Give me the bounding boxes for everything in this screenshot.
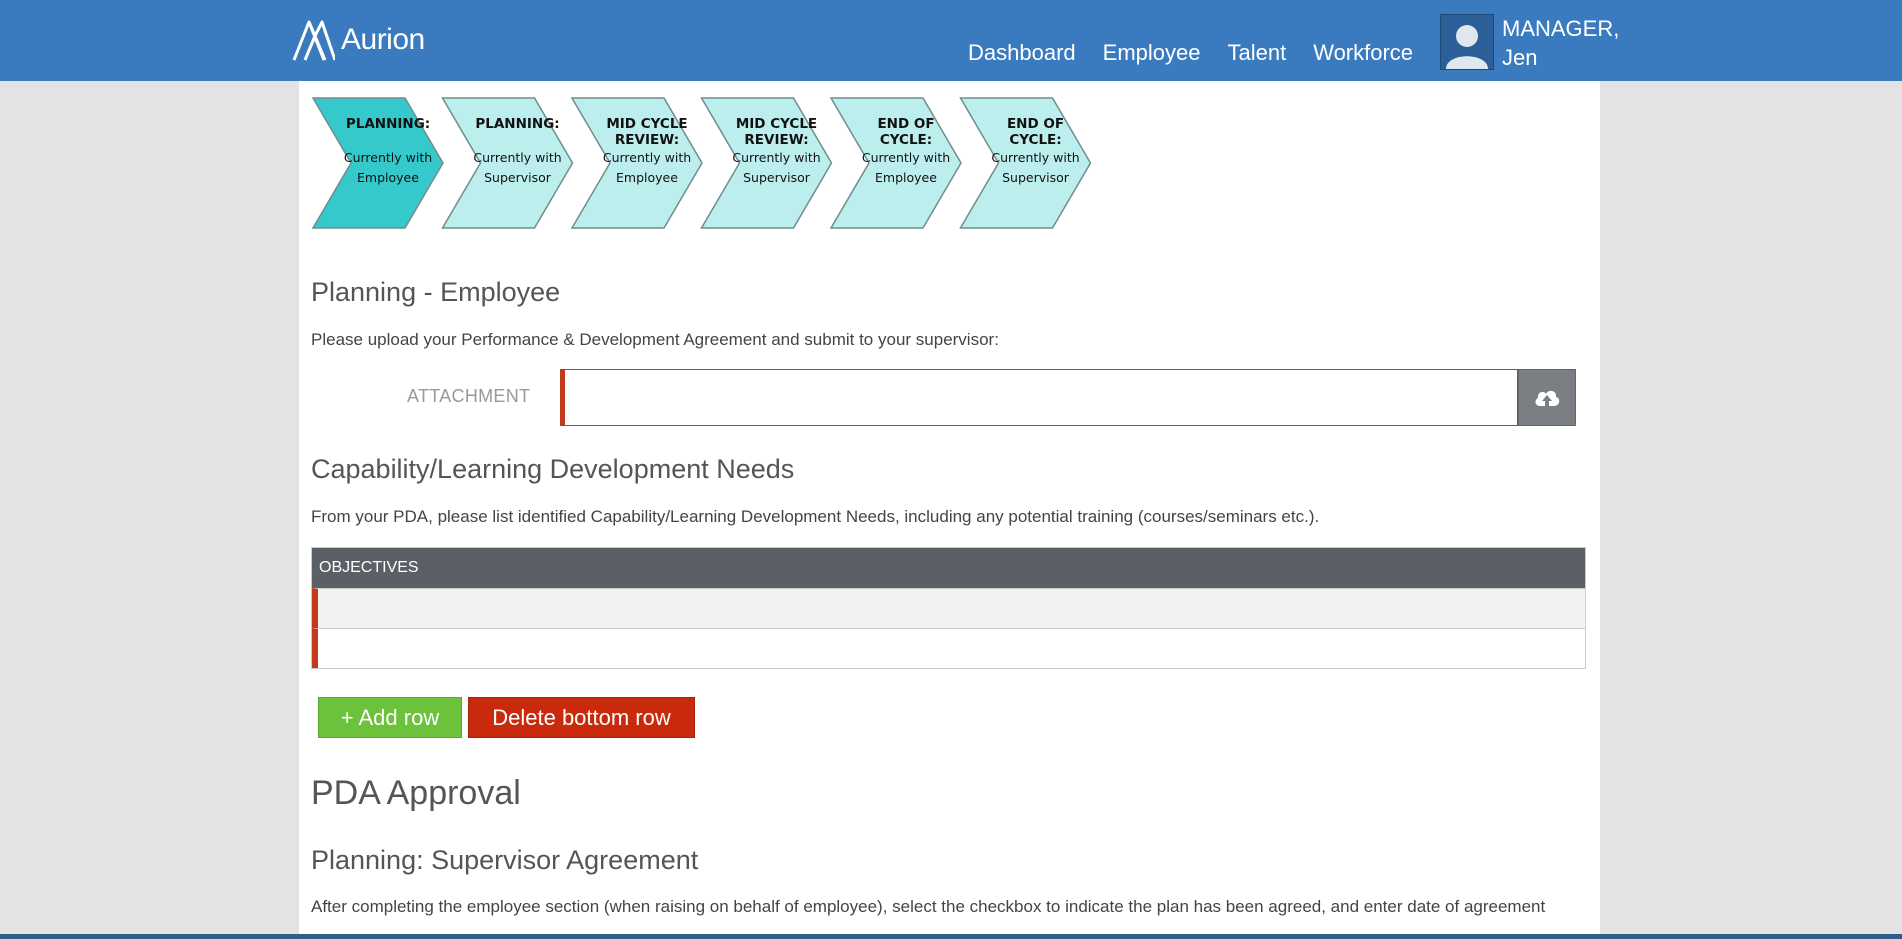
brand-name: Aurion — [341, 23, 425, 56]
table-row[interactable] — [312, 588, 1585, 628]
capability-heading: Capability/Learning Development Needs — [311, 454, 795, 484]
nav-talent[interactable]: Talent — [1227, 40, 1286, 66]
nav-employee[interactable]: Employee — [1103, 40, 1201, 66]
workflow-step-status: Supervisor — [743, 170, 811, 185]
upload-button[interactable] — [1518, 369, 1576, 426]
planning-heading: Planning - Employee — [311, 277, 561, 307]
planning-instruction: Please upload your Performance & Develop… — [311, 330, 999, 349]
workflow-step-title: REVIEW: — [615, 132, 679, 148]
user-name-line2: Jen — [1502, 45, 1538, 70]
workflow-step-status: Currently with — [603, 150, 691, 165]
approval-instruction: After completing the employee section (w… — [311, 897, 1546, 916]
workflow-step-status: Employee — [357, 170, 419, 185]
workflow-step-title: MID CYCLE — [736, 116, 817, 132]
workflow-step-status: Currently with — [991, 150, 1079, 165]
objectives-table: OBJECTIVES — [311, 547, 1586, 669]
capability-instruction: From your PDA, please list identified Ca… — [311, 507, 1320, 526]
main-content: PLANNING: Currently with Employee PLANNING:… — [299, 81, 1600, 939]
workflow-step-status: Currently with — [862, 150, 950, 165]
top-bar: Aurion Dashboard Employee Talent Workfor… — [0, 0, 1902, 81]
user-name: MANAGER, Jen — [1502, 14, 1619, 72]
workflow-stepper: PLANNING:Currently withEmployeePLANNING:… — [311, 97, 1092, 229]
user-avatar-icon — [1446, 25, 1488, 69]
workflow-step-status: Employee — [875, 170, 937, 185]
workflow-step-1[interactable]: PLANNING: Currently with Employee — [311, 97, 444, 229]
delete-bottom-row-button[interactable]: Delete bottom row — [468, 697, 695, 738]
workflow-step-title: END OF — [877, 116, 934, 132]
workflow-step-2[interactable]: PLANNING: Currently with Supervisor — [441, 97, 574, 229]
main-nav: Dashboard Employee Talent Workforce — [968, 40, 1413, 66]
nav-workforce[interactable]: Workforce — [1313, 40, 1413, 66]
attachment-label: ATTACHMENT — [407, 386, 531, 406]
workflow-step-6[interactable]: END OFCYCLE: Currently with Supervisor — [959, 97, 1092, 229]
workflow-step-title: PLANNING: — [475, 116, 559, 132]
nav-dashboard[interactable]: Dashboard — [968, 40, 1076, 66]
workflow-step-status: Currently with — [732, 150, 820, 165]
workflow-step-status: Employee — [616, 170, 678, 185]
workflow-step-status: Supervisor — [1002, 170, 1070, 185]
workflow-step-title: END OF — [1007, 116, 1064, 132]
workflow-step-status: Currently with — [344, 150, 432, 165]
attachment-field[interactable] — [560, 369, 1518, 426]
approval-subheading: Planning: Supervisor Agreement — [311, 845, 699, 875]
workflow-step-status: Supervisor — [484, 170, 552, 185]
cloud-upload-icon — [1535, 390, 1560, 408]
workflow-step-4[interactable]: MID CYCLEREVIEW: Currently with Supervisor — [700, 97, 833, 229]
workflow-step-title: REVIEW: — [744, 132, 808, 148]
objectives-header: OBJECTIVES — [312, 548, 1585, 588]
user-menu[interactable]: MANAGER, Jen — [1440, 14, 1619, 72]
workflow-step-5[interactable]: END OFCYCLE: Currently with Employee — [829, 97, 962, 229]
workflow-step-status: Currently with — [473, 150, 561, 165]
workflow-step-title: MID CYCLE — [606, 116, 687, 132]
user-name-line1: MANAGER, — [1502, 16, 1620, 41]
workflow-step-title: CYCLE: — [1009, 132, 1061, 148]
workflow-step-title: PLANNING: — [346, 116, 430, 132]
bottom-bar — [0, 934, 1902, 939]
avatar[interactable] — [1440, 14, 1494, 70]
table-row[interactable] — [312, 628, 1585, 668]
add-row-button[interactable]: + Add row — [318, 697, 462, 738]
workflow-step-title: CYCLE: — [880, 132, 932, 148]
workflow-step-3[interactable]: MID CYCLEREVIEW: Currently with Employee — [570, 97, 703, 229]
approval-heading: PDA Approval — [311, 774, 521, 812]
aurion-logo[interactable]: Aurion — [291, 17, 425, 63]
aurion-logo-icon — [292, 20, 335, 61]
